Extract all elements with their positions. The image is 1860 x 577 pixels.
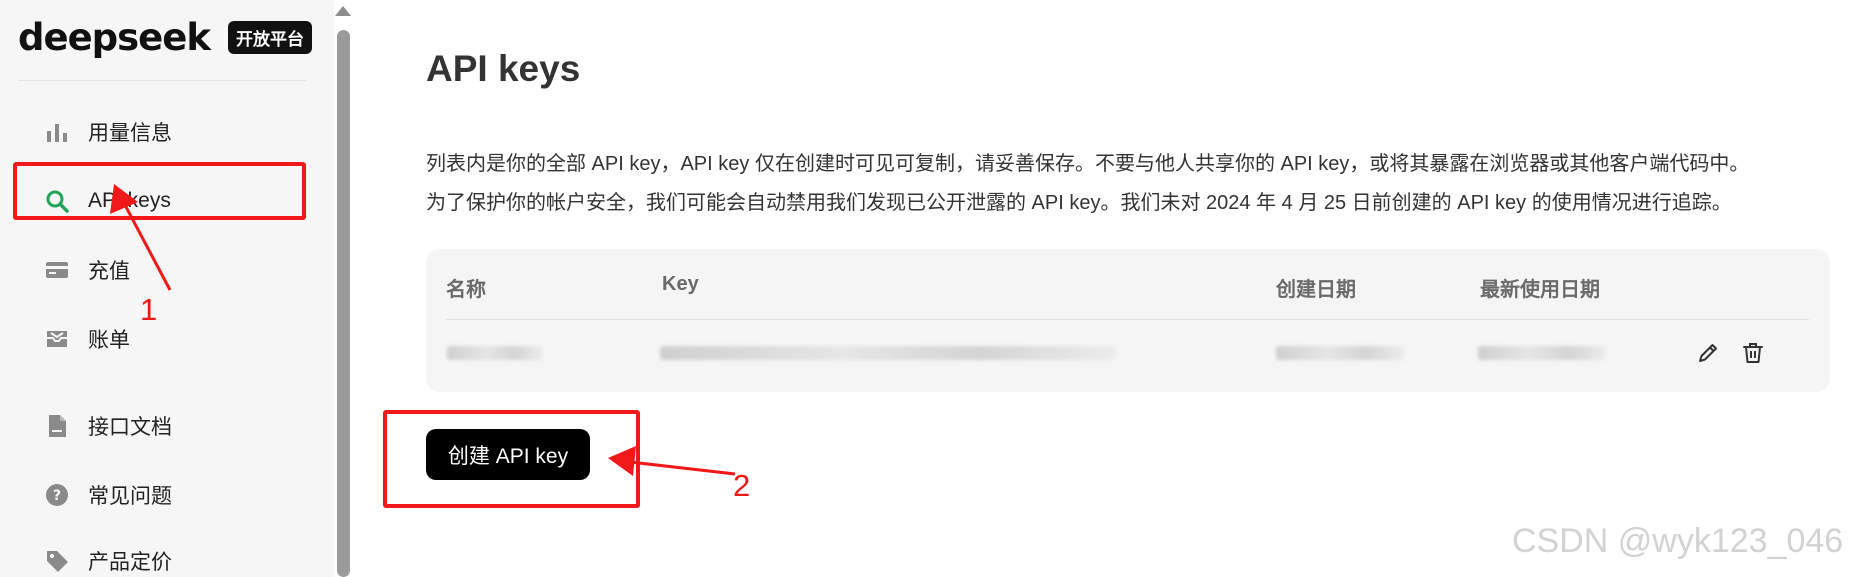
- table-divider: [446, 319, 1809, 320]
- inbox-icon: [42, 324, 72, 354]
- scroll-up-arrow-icon[interactable]: [335, 6, 351, 16]
- annotation-box-1: [13, 162, 306, 220]
- annotation-box-2: [383, 410, 640, 508]
- sidebar-item-pricing[interactable]: 产品定价: [42, 541, 172, 577]
- sidebar-item-label: 账单: [88, 329, 130, 352]
- svg-text:?: ?: [53, 488, 61, 504]
- description-line-2: 为了保护你的帐户安全，我们可能会自动禁用我们发现已公开泄露的 API key。我…: [426, 192, 1732, 214]
- redacted-last-used-date: [1478, 346, 1606, 360]
- sidebar-item-label: 用量信息: [88, 122, 172, 145]
- brand-name: deepseek: [18, 16, 211, 59]
- scrollbar-thumb[interactable]: [337, 30, 350, 577]
- redacted-key-value: [660, 346, 1116, 360]
- question-icon: ?: [42, 480, 72, 510]
- card-icon: [42, 255, 72, 285]
- trash-icon[interactable]: [1740, 340, 1766, 366]
- sidebar-item-label: 接口文档: [88, 416, 172, 439]
- sidebar-item-faq[interactable]: ? 常见问题: [42, 475, 172, 515]
- document-icon: [42, 411, 72, 441]
- watermark: CSDN @wyk123_046: [1512, 522, 1844, 560]
- annotation-label-2: 2: [733, 468, 751, 503]
- tag-icon: [42, 546, 72, 576]
- redacted-created-date: [1276, 346, 1404, 360]
- sidebar-item-docs[interactable]: 接口文档: [42, 406, 172, 446]
- sidebar-item-label: 充值: [88, 260, 130, 283]
- column-header-last-used: 最新使用日期: [1480, 279, 1600, 301]
- redacted-key-name: [447, 346, 543, 360]
- description-line-1: 列表内是你的全部 API key，API key 仅在创建时可见可复制，请妥善保…: [426, 153, 1750, 175]
- platform-badge: 开放平台: [227, 21, 312, 54]
- sidebar-divider: [18, 80, 306, 81]
- sidebar-item-billing[interactable]: 账单: [42, 319, 130, 359]
- edit-icon[interactable]: [1695, 340, 1721, 366]
- column-header-created: 创建日期: [1276, 279, 1356, 301]
- column-header-key: Key: [662, 273, 699, 295]
- annotation-label-1: 1: [140, 292, 158, 327]
- column-header-name: 名称: [446, 279, 486, 301]
- sidebar-item-usage[interactable]: 用量信息: [42, 112, 172, 152]
- brand-logo[interactable]: deepseek 开放平台: [18, 16, 312, 59]
- sidebar-item-recharge[interactable]: 充值: [42, 250, 130, 290]
- bar-chart-icon: [42, 117, 72, 147]
- api-keys-table: [426, 249, 1830, 392]
- sidebar-item-label: 产品定价: [88, 551, 172, 574]
- sidebar: deepseek 开放平台 用量信息 API keys 充值 账单 接口文档 ?…: [0, 0, 334, 577]
- page-title: API keys: [426, 48, 581, 89]
- sidebar-item-label: 常见问题: [88, 485, 172, 508]
